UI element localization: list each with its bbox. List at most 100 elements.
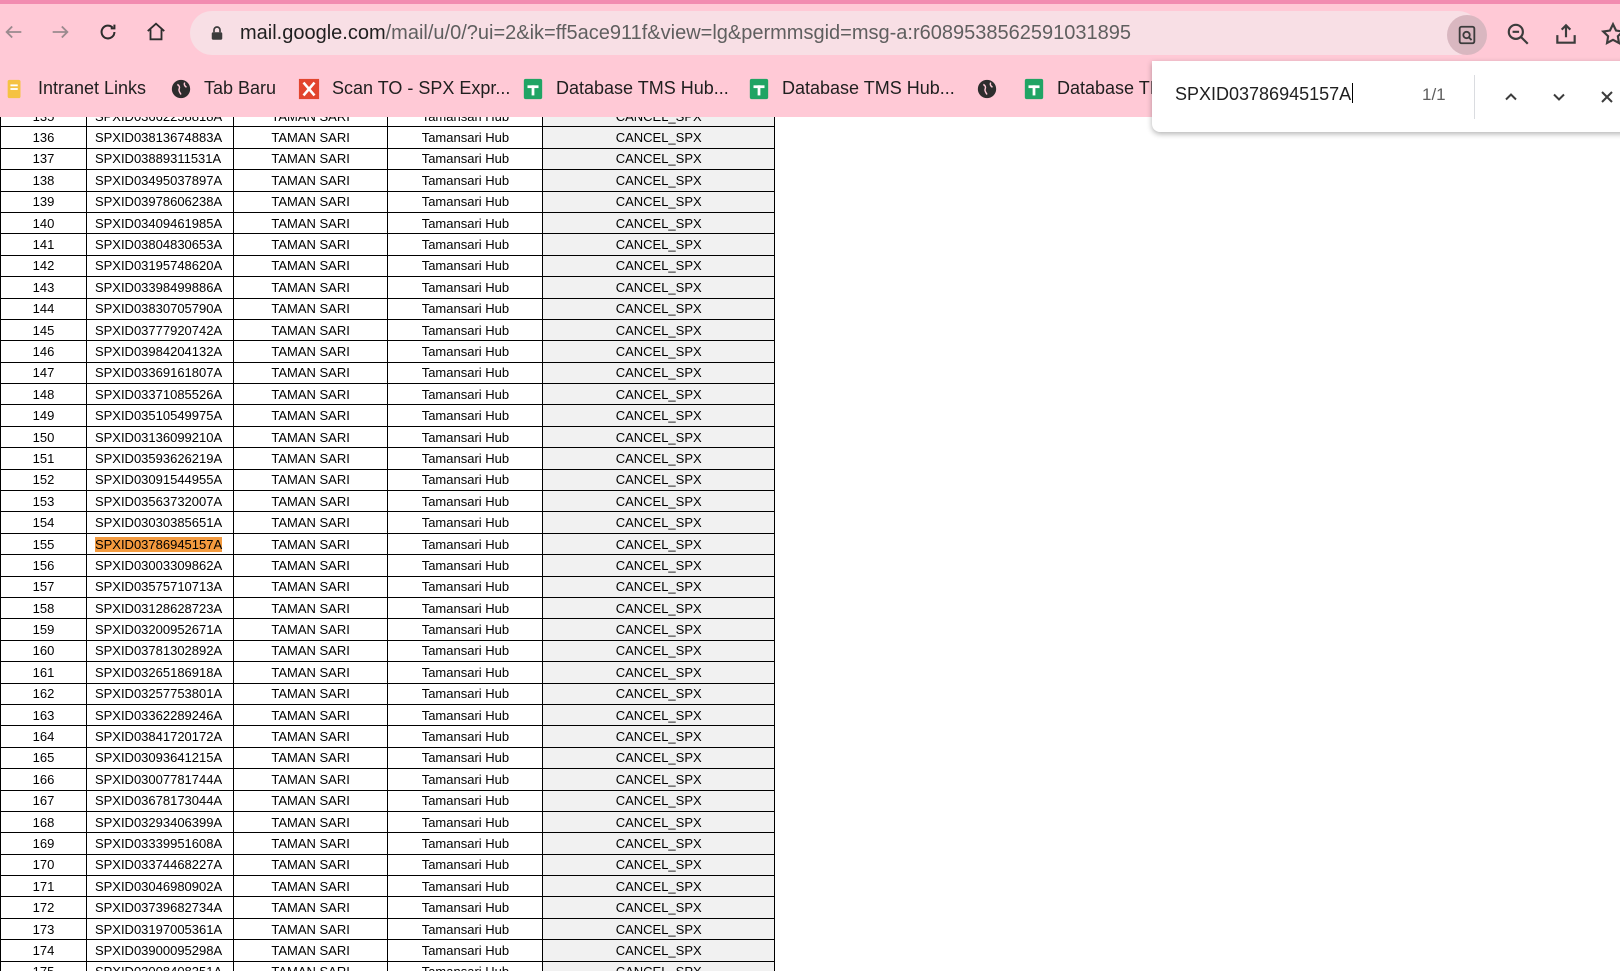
bookmark-scan-to-spx[interactable]: Scan TO - SPX Expr...	[298, 60, 510, 117]
status-cell: CANCEL_SPX	[542, 361, 775, 385]
district-cell: TAMAN SARI	[232, 703, 389, 727]
status-cell: CANCEL_SPX	[542, 147, 775, 171]
table-row: 138 SPXID03495037897A TAMAN SARI Tamansari …	[0, 169, 775, 192]
status-cell: CANCEL_SPX	[542, 468, 775, 492]
status-cell: CANCEL_SPX	[542, 896, 775, 919]
bookmark-database-tms-hub-2[interactable]: Database TMS Hub...	[748, 60, 955, 117]
sheets-icon	[522, 78, 544, 100]
table-row: 174 SPXID03900095298A TAMAN SARI Tamansari …	[0, 939, 775, 962]
lock-icon	[211, 26, 223, 40]
home-icon	[147, 22, 165, 41]
forward-button[interactable]	[42, 14, 78, 50]
table-row: 169 SPXID03339951608A TAMAN SARI Tamansari …	[0, 832, 775, 855]
table-row: 175SPXID03008408351ATAMAN SARITamansari …	[0, 960, 775, 971]
status-cell: CANCEL_SPX	[542, 768, 775, 791]
bookmark-tab-baru[interactable]: Tab Baru	[170, 60, 276, 117]
row-number-cell: 163	[0, 703, 87, 727]
address-bar[interactable]: mail.google.com/mail/u/0/?ui=2&ik=ff5ace…	[190, 11, 1480, 55]
find-in-page-button[interactable]	[1447, 15, 1487, 55]
status-cell: CANCEL_SPX	[542, 447, 775, 470]
find-input[interactable]: SPXID03786945157A	[1175, 83, 1354, 105]
arrow-left-icon	[5, 25, 22, 39]
hub-cell: Tamansari Hub	[387, 596, 544, 620]
table-row: 156 SPXID03003309862A TAMAN SARI Tamansari …	[0, 554, 775, 577]
table-row: 165 SPXID03093641215A TAMAN SARI Tamansari …	[0, 746, 775, 770]
row-number-cell: 139	[0, 190, 87, 213]
status-cell: CANCEL_SPX	[542, 276, 775, 299]
status-cell: CANCEL_SPX	[542, 554, 775, 577]
sheets-icon	[748, 78, 770, 100]
status-cell: CANCEL_SPX	[542, 789, 775, 812]
status-cell: CANCEL_SPX	[542, 490, 775, 513]
tracking-id-cell: SPXID03362289246A	[85, 703, 234, 727]
hub-cell: Tamansari Hub	[387, 318, 544, 342]
find-previous-button[interactable]	[1497, 83, 1525, 111]
tracking-id-cell: SPXID03398499886A	[85, 276, 234, 299]
hub-cell: Tamansari Hub	[387, 917, 544, 941]
hub-cell: Tamansari Hub	[387, 832, 544, 855]
tracking-id-cell: SPXID03371085526A	[85, 383, 234, 406]
find-next-button[interactable]	[1545, 83, 1573, 111]
district-cell: TAMAN SARI	[232, 404, 389, 427]
bookmark-star-icon[interactable]	[1600, 21, 1620, 47]
district-cell: TAMAN SARI	[232, 725, 389, 748]
status-cell: CANCEL_SPX	[542, 875, 775, 898]
home-button[interactable]	[138, 14, 174, 50]
hub-cell: Tamansari Hub	[387, 147, 544, 171]
bookmark-globe[interactable]	[976, 60, 1010, 117]
table-row: 171 SPXID03046980902A TAMAN SARI Tamansari …	[0, 875, 775, 898]
find-bar: SPXID03786945157A 1/1	[1152, 61, 1620, 132]
table-row: 154 SPXID03030385651A TAMAN SARI Tamansari …	[0, 511, 775, 534]
hub-cell: Tamansari Hub	[387, 361, 544, 385]
district-cell: TAMAN SARI	[232, 169, 389, 192]
table-row: 137 SPXID03889311531A TAMAN SARI Tamansari …	[0, 147, 775, 171]
row-number-cell: 172	[0, 896, 87, 919]
status-cell: CANCEL_SPX	[542, 211, 775, 235]
table-row: 142 SPXID03195748620A TAMAN SARI Tamansari …	[0, 254, 775, 278]
status-cell: CANCEL_SPX	[542, 832, 775, 855]
district-cell: TAMAN SARI	[232, 147, 389, 171]
tracking-id-cell: SPXID03830705790A	[85, 297, 234, 320]
district-cell: TAMAN SARI	[232, 853, 389, 877]
reload-button[interactable]	[90, 14, 126, 50]
hub-cell: Tamansari Hub	[387, 896, 544, 919]
district-cell: TAMAN SARI	[232, 254, 389, 278]
tracking-id-cell: SPXID03804830653A	[85, 233, 234, 256]
hub-cell: Tamansari Hub	[387, 233, 544, 256]
row-number-cell: 174	[0, 939, 87, 962]
hub-cell: Tamansari Hub	[387, 425, 544, 449]
tracking-id-cell: SPXID03197005361A	[85, 917, 234, 941]
status-cell: CANCEL_SPX	[542, 618, 775, 641]
tracking-id-cell: SPXID03003309862A	[85, 554, 234, 577]
zoom-icon[interactable]	[1505, 21, 1531, 47]
browser-toolbar: mail.google.com/mail/u/0/?ui=2&ik=ff5ace…	[0, 4, 1620, 60]
tracking-id-cell: SPXID03678173044A	[85, 789, 234, 812]
bookmark-database-ti[interactable]: Database TI	[1023, 60, 1155, 117]
tracking-id-cell: SPXID03739682734A	[85, 896, 234, 919]
tracking-id-cell: SPXID03495037897A	[85, 169, 234, 192]
status-cell: CANCEL_SPX	[542, 297, 775, 320]
row-number-cell: 166	[0, 768, 87, 791]
tracking-id-cell: SPXID03841720172A	[85, 725, 234, 748]
row-number-cell: 136	[0, 126, 87, 149]
row-number-cell: 148	[0, 383, 87, 406]
tracking-id-cell: SPXID03575710713A	[85, 575, 234, 598]
status-cell: CANCEL_SPX	[542, 340, 775, 363]
find-close-button[interactable]	[1593, 83, 1620, 111]
hub-cell: Tamansari Hub	[387, 490, 544, 513]
row-number-cell: 149	[0, 404, 87, 427]
bookmark-intranet-links[interactable]: Intranet Links	[4, 60, 146, 117]
arrow-right-icon	[52, 25, 69, 39]
url-path: /mail/u/0/?ui=2&ik=ff5ace911f&view=lg&pe…	[385, 22, 1131, 44]
row-number-cell: 158	[0, 596, 87, 620]
table-row: 140 SPXID03409461985A TAMAN SARI Tamansari …	[0, 211, 775, 235]
tracking-id-cell: SPXID03984204132A	[85, 340, 234, 363]
back-button[interactable]	[0, 14, 32, 50]
bookmark-database-tms-hub-1[interactable]: Database TMS Hub...	[522, 60, 729, 117]
status-cell: CANCEL_SPX	[542, 703, 775, 727]
bookmark-label: Tab Baru	[204, 78, 277, 98]
status-cell: CANCEL_SPX	[542, 254, 775, 278]
hub-cell: Tamansari Hub	[387, 618, 544, 641]
share-icon[interactable]	[1553, 21, 1579, 47]
hub-cell: Tamansari Hub	[387, 468, 544, 492]
